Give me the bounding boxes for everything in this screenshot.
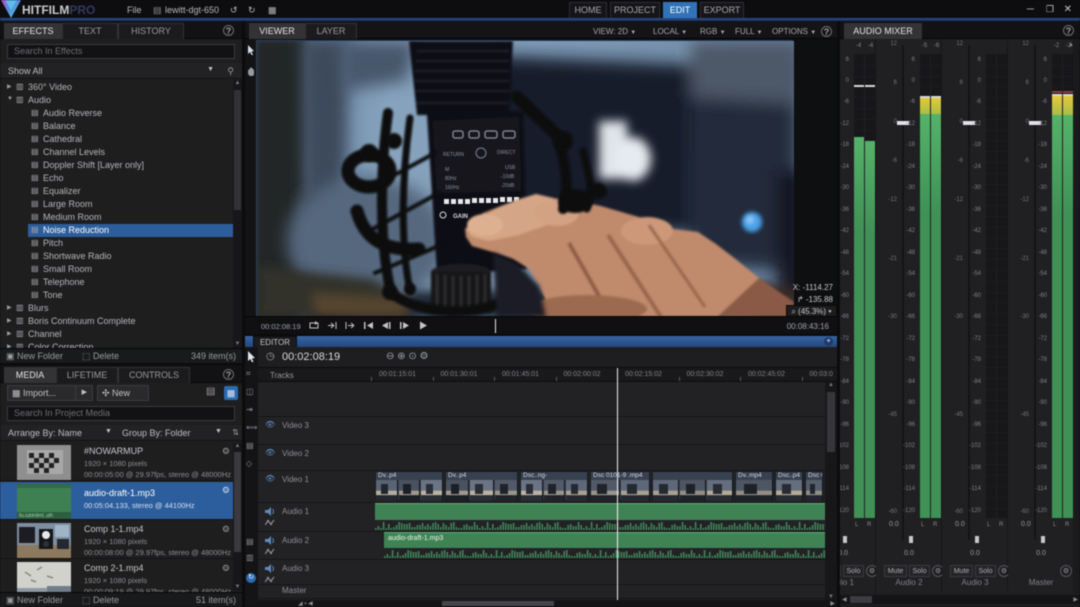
- svg-text:USB: USB: [505, 165, 516, 171]
- svg-text:GAIN: GAIN: [453, 214, 468, 220]
- svg-text:160Hz: 160Hz: [445, 185, 460, 191]
- svg-text:llu.iublnliml..ulh: llu.iublnliml..ulh: [19, 513, 53, 519]
- svg-text:-10dB: -10dB: [501, 174, 515, 180]
- svg-text:RETURN: RETURN: [443, 152, 464, 158]
- svg-text:-20dB: -20dB: [501, 183, 515, 189]
- svg-text:DIRECT: DIRECT: [497, 150, 516, 156]
- svg-text:80Hz: 80Hz: [445, 176, 457, 182]
- svg-text:M: M: [445, 167, 449, 173]
